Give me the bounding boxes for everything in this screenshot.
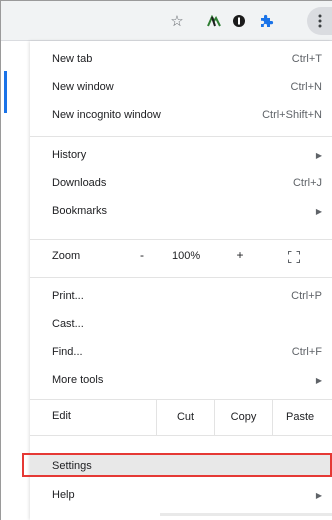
menu-item-shortcut: Ctrl+N [290,81,322,93]
menu-item-new-incognito-window[interactable]: New incognito window Ctrl+Shift+N [30,101,332,129]
menu-item-label: Help [52,489,75,501]
kebab-icon[interactable] [307,7,332,35]
selection-accent-bar [4,71,7,113]
zoom-level: 100% [172,250,201,262]
puzzle-icon[interactable] [256,11,276,31]
copy-button-label: Copy [230,411,257,423]
edit-row: Edit Cut Copy Paste [30,399,332,435]
fullscreen-icon[interactable] [288,251,300,263]
zoom-in-button[interactable]: + [230,248,250,262]
menu-item-label: Print... [52,290,84,302]
menu-item-label: Find... [52,346,83,358]
menu-item-new-tab[interactable]: New tab Ctrl+T [30,45,332,73]
menu-item-shortcut: Ctrl+T [291,53,322,65]
star-icon[interactable]: ☆ [167,11,187,31]
menu-divider [30,435,332,436]
menu-item-new-window[interactable]: New window Ctrl+N [30,73,332,101]
zoom-row: Zoom - 100% + [30,241,332,273]
menu-item-label: New window [52,81,114,93]
menu-item-help[interactable]: Help ▶ [30,481,332,509]
submenu-arrow-icon: ▶ [315,490,322,500]
ext-b-icon[interactable] [229,11,249,31]
copy-button[interactable]: Copy [214,399,272,435]
submenu-arrow-icon: ▶ [315,206,322,216]
menu-item-shortcut: Ctrl+F [291,346,322,358]
menu-item-shortcut: Ctrl+P [291,290,322,302]
menu-item-bookmarks[interactable]: Bookmarks ▶ [30,197,332,225]
zoom-label: Zoom [52,250,81,262]
menu-divider [30,277,332,278]
cut-button[interactable]: Cut [156,399,214,435]
ext-a-icon[interactable] [204,11,224,31]
menu-item-label: New tab [52,53,93,65]
chrome-main-menu: New tab Ctrl+T New window Ctrl+N New inc… [30,41,332,520]
menu-item-more-tools[interactable]: More tools ▶ [30,366,332,394]
settings-highlight-box [22,453,332,477]
menu-item-label: More tools [52,374,104,386]
submenu-arrow-icon: ▶ [315,150,322,160]
menu-item-cast[interactable]: Cast... [30,310,332,338]
menu-item-history[interactable]: History ▶ [30,141,332,169]
menu-item-find[interactable]: Find... Ctrl+F [30,338,332,366]
menu-item-label: Downloads [52,177,107,189]
menu-item-label: History [52,149,87,161]
submenu-arrow-icon: ▶ [315,375,322,385]
menu-item-downloads[interactable]: Downloads Ctrl+J [30,169,332,197]
paste-button[interactable]: Paste [272,399,332,435]
menu-item-label: Cast... [52,318,84,330]
cut-button-label: Cut [176,411,195,423]
zoom-out-button[interactable]: - [132,248,152,262]
paste-button-label: Paste [286,411,315,423]
menu-divider [30,239,332,240]
menu-item-label: New incognito window [52,109,161,121]
menu-divider [30,136,332,137]
menu-item-shortcut: Ctrl+J [292,177,322,189]
menu-item-print[interactable]: Print... Ctrl+P [30,282,332,310]
menu-item-label: Bookmarks [52,205,108,217]
edit-label: Edit [52,410,71,422]
menu-item-shortcut: Ctrl+Shift+N [262,109,322,121]
browser-toolbar: ☆ [1,1,332,41]
menu-bottom-edge [160,513,332,516]
